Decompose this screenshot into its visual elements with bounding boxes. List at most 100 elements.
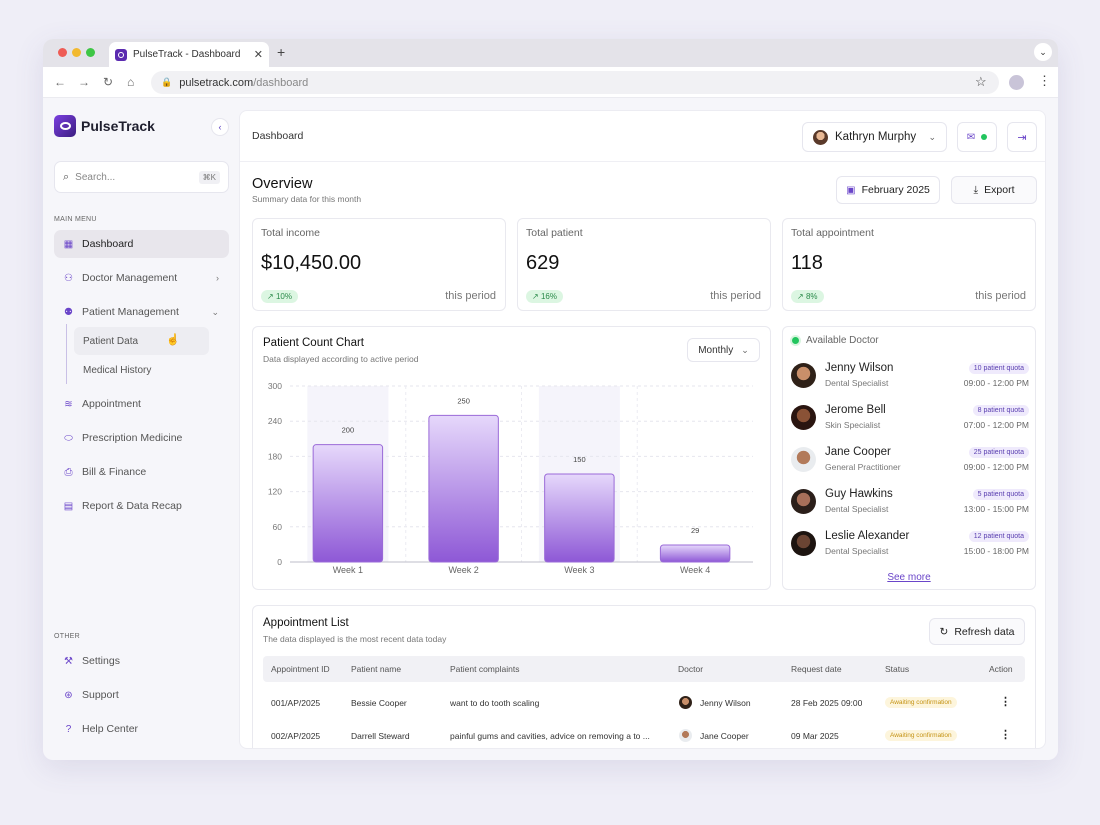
url-field[interactable]: 🔒 pulsetrack.com/dashboard <box>151 71 999 94</box>
close-tab-icon[interactable]: ✕ <box>254 48 263 61</box>
sidebar-item-report-data-recap[interactable]: ▤ Report & Data Recap <box>54 492 229 520</box>
patient-name: Darrell Steward <box>351 731 410 741</box>
sidebar-item-label: Support <box>82 689 119 701</box>
doctor-time: 07:00 - 12:00 PM <box>963 420 1029 430</box>
main-menu-label: MAIN MENU <box>54 216 97 223</box>
patient-name: Bessie Cooper <box>351 698 407 708</box>
sidebar-subitem-patient-data[interactable]: Patient Data ☝ <box>74 327 209 355</box>
new-tab-icon[interactable]: + <box>277 44 285 60</box>
sidebar-item-dashboard[interactable]: ▦ Dashboard <box>54 230 229 258</box>
users-icon: ⚉ <box>64 306 73 318</box>
search-input[interactable]: ⌕ Search... ⌘K <box>54 161 229 193</box>
reload-icon[interactable]: ↻ <box>103 75 113 89</box>
column-header: Status <box>885 664 910 674</box>
stat-label: Total income <box>261 227 320 239</box>
browser-menu-icon[interactable]: ⋮ <box>1038 73 1051 89</box>
date-picker-button[interactable]: ▣ February 2025 <box>836 176 940 204</box>
pulsetrack-logo-icon <box>54 115 76 137</box>
doctor-item[interactable]: Leslie Alexander Dental Specialist 12 pa… <box>791 528 1029 568</box>
stat-label: Total patient <box>526 227 583 239</box>
brand-logo[interactable]: PulseTrack <box>54 115 155 137</box>
minimize-window-button[interactable] <box>72 48 81 57</box>
refresh-data-button[interactable]: ↻ Refresh data <box>929 618 1025 645</box>
stat-change-badge: ↗ 10% <box>261 290 298 303</box>
row-actions-icon[interactable]: ⋮ <box>1000 695 1011 708</box>
user-menu-button[interactable]: Kathryn Murphy ⌄ <box>802 122 947 152</box>
sidebar-item-label: Doctor Management <box>82 272 178 284</box>
doctor-time: 09:00 - 12:00 PM <box>963 462 1029 472</box>
x-tick-label: Week 1 <box>333 565 363 575</box>
trend-up-icon: ↗ <box>532 292 541 301</box>
help-circle-icon: ? <box>65 723 72 735</box>
avatar <box>791 363 816 388</box>
period-select[interactable]: Monthly ⌄ <box>687 338 760 362</box>
column-header: Doctor <box>678 664 704 674</box>
available-doctor-header: Available Doctor <box>792 335 879 346</box>
pill-icon: ⬭ <box>64 432 73 444</box>
trend-up-icon: ↗ <box>267 292 276 301</box>
row-actions-icon[interactable]: ⋮ <box>1000 728 1011 741</box>
stat-value: 629 <box>526 252 560 274</box>
bookmark-star-icon[interactable]: ☆ <box>975 74 987 90</box>
stat-change-value: 8% <box>805 292 818 301</box>
online-status-dot <box>981 134 988 140</box>
x-tick-label: Week 2 <box>448 565 478 575</box>
back-icon[interactable]: ← <box>54 75 66 89</box>
sidebar-item-support[interactable]: ⊛ Support <box>54 681 229 709</box>
calendar-icon: ▣ <box>846 184 856 196</box>
bar <box>544 473 615 563</box>
browser-profile-avatar[interactable] <box>1009 75 1024 90</box>
doctor-name: Jane Cooper <box>825 446 891 458</box>
doctor-item[interactable]: Guy Hawkins Dental Specialist 5 patient … <box>791 486 1029 526</box>
stat-value: $10,450.00 <box>261 252 362 274</box>
request-date: 28 Feb 2025 09:00 <box>791 698 863 708</box>
top-bar: Dashboard Kathryn Murphy ⌄ ✉ ⇥ <box>240 111 1045 162</box>
bar <box>428 414 499 563</box>
sidebar-subitem-medical-history[interactable]: Medical History <box>74 356 209 384</box>
x-tick-label: Week 3 <box>564 565 594 575</box>
stat-value: 118 <box>791 252 823 274</box>
bar <box>312 444 384 563</box>
doctor-name: Jenny Wilson <box>700 698 751 708</box>
sidebar-item-settings[interactable]: ⚒ Settings <box>54 647 229 675</box>
sidebar-item-prescription-medicine[interactable]: ⬭ Prescription Medicine <box>54 424 229 452</box>
chevron-down-icon: ⌄ <box>741 344 749 355</box>
sidebar-item-bill-finance[interactable]: ⎙ Bill & Finance <box>54 458 229 486</box>
inbox-button[interactable]: ✉ <box>957 122 997 152</box>
sidebar-item-label: Bill & Finance <box>82 466 147 478</box>
collapse-sidebar-icon[interactable]: ‹ <box>211 118 229 136</box>
doctor-item[interactable]: Jerome Bell Skin Specialist 8 patient qu… <box>791 402 1029 442</box>
stat-period: this period <box>710 290 761 302</box>
forward-icon[interactable]: → <box>78 75 90 89</box>
doctor-time: 15:00 - 18:00 PM <box>963 546 1029 556</box>
user-name: Kathryn Murphy <box>835 131 917 143</box>
export-button[interactable]: ⤓ Export <box>951 176 1037 204</box>
table-header: Appointment ID Patient name Patient comp… <box>263 656 1025 682</box>
sidebar-item-help-center[interactable]: ? Help Center <box>54 715 229 743</box>
sidebar-subitem-label: Patient Data <box>83 335 139 347</box>
doctor-item[interactable]: Jenny Wilson Dental Specialist 10 patien… <box>791 360 1029 400</box>
favicon-icon <box>115 48 127 61</box>
column-header: Action <box>989 664 1013 674</box>
tab-list-chevron-icon[interactable]: ⌄ <box>1034 43 1052 61</box>
quota-badge: 25 patient quota <box>968 447 1029 458</box>
maximize-window-button[interactable] <box>86 48 95 57</box>
sidebar-item-patient-management[interactable]: ⚉ Patient Management ⌄ <box>54 298 229 326</box>
sidebar-item-label: Prescription Medicine <box>82 432 183 444</box>
sidebar: PulseTrack ‹ ⌕ Search... ⌘K MAIN MENU ▦ … <box>43 98 239 760</box>
logout-button[interactable]: ⇥ <box>1007 122 1037 152</box>
doctor-item[interactable]: Jane Cooper General Practitioner 25 pati… <box>791 444 1029 484</box>
user-check-icon: ⚇ <box>64 272 73 284</box>
table-row[interactable]: 002/AP/2025 Darrell Steward painful gums… <box>263 721 1025 748</box>
browser-tab[interactable]: PulseTrack - Dashboard ✕ <box>109 42 269 67</box>
stat-change-badge: ↗ 8% <box>791 290 824 303</box>
other-label: OTHER <box>54 633 80 640</box>
browser-window: PulseTrack - Dashboard ✕ + ⌄ ← → ↻ ⌂ 🔒 p… <box>43 39 1058 760</box>
sidebar-item-appointment[interactable]: ≋ Appointment <box>54 390 229 418</box>
chevron-right-icon: › <box>216 273 219 283</box>
sidebar-item-doctor-management[interactable]: ⚇ Doctor Management › <box>54 264 229 292</box>
home-icon[interactable]: ⌂ <box>127 75 134 89</box>
table-row[interactable]: 001/AP/2025 Bessie Cooper want to do too… <box>263 688 1025 718</box>
close-window-button[interactable] <box>58 48 67 57</box>
see-more-link[interactable]: See more <box>783 572 1035 583</box>
